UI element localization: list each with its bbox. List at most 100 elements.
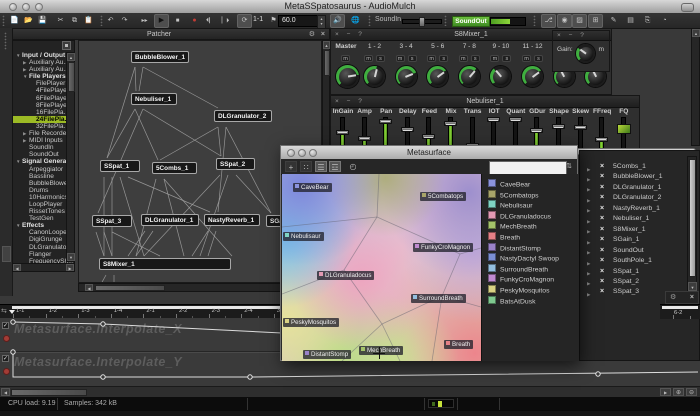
channel-mute-button[interactable]: m: [459, 55, 468, 62]
automation-marker-icon[interactable]: ×: [600, 172, 604, 182]
add-snapshot-button[interactable]: +: [285, 161, 297, 172]
automation-item-nastyreverb_1[interactable]: ▶×NastyReverb_1: [580, 204, 699, 214]
snapshot-list-item[interactable]: MechBreath: [488, 221, 537, 232]
detail-view-button[interactable]: ☲: [329, 161, 341, 172]
channel-solo-button[interactable]: s: [471, 55, 480, 62]
tree-item-signal-generators[interactable]: ▼Signal Generators: [13, 158, 74, 165]
metasurface-view-icon[interactable]: ⊞: [588, 14, 603, 28]
stop-button[interactable]: ■: [171, 15, 184, 27]
automation-item-bubbleblower_1[interactable]: ▶×BubbleBlower_1: [580, 172, 699, 182]
patcher-node-sspat_1[interactable]: SSpat_1: [100, 160, 140, 172]
automation-marker-icon[interactable]: ×: [600, 225, 604, 235]
snapshot-search-input[interactable]: [489, 161, 567, 175]
automation-marker-icon[interactable]: ×: [600, 204, 604, 214]
automation-marker-icon[interactable]: ×: [600, 256, 604, 266]
slider-handle[interactable]: [509, 117, 522, 122]
automation-item-sspat_2[interactable]: ▶×SSpat_2: [580, 277, 699, 287]
save-file-icon[interactable]: 💾: [36, 15, 49, 27]
toolbar-grip[interactable]: [2, 15, 5, 26]
automation-item-sspat_1[interactable]: ▶×SSpat_1: [580, 267, 699, 277]
play-button[interactable]: ▶: [154, 14, 169, 28]
automation-marker-icon[interactable]: ×: [600, 267, 604, 277]
automation-item-dlgranulator_2[interactable]: ▶×DLGranulator_2: [580, 193, 699, 203]
channel-mute-button[interactable]: m: [364, 55, 373, 62]
tree-item-file-recorders[interactable]: ▶File Recorders: [13, 130, 74, 137]
tree-item-auxiliary-au-[interactable]: ▶Auxiliary Au...: [13, 59, 74, 66]
toolbar-grip[interactable]: [368, 15, 371, 26]
surface-snapshot-5combatops[interactable]: 5Combatops: [420, 192, 466, 201]
tree-item-file-players[interactable]: ▼File Players: [13, 73, 74, 80]
channel-solo-button[interactable]: s: [408, 55, 417, 62]
soundin-fader-thumb[interactable]: [419, 17, 425, 27]
toolbar-grip[interactable]: [100, 15, 103, 26]
channel-knob[interactable]: [522, 66, 543, 87]
contraptions-view-icon[interactable]: ◉: [557, 14, 572, 28]
tree-item-24filepla-[interactable]: 24FilePla...: [13, 116, 74, 123]
automation-item-sgain_1[interactable]: ▶×SGain_1: [580, 235, 699, 245]
tree-item-loopplayer[interactable]: LoopPlayer: [13, 201, 74, 208]
snapshot-list-item[interactable]: DLGranuladocus: [488, 211, 551, 222]
patcher-node-dlgranulator_1[interactable]: DLGranulator_1: [141, 214, 199, 226]
param-slider-fq[interactable]: [621, 117, 626, 151]
soundin-fader[interactable]: [402, 19, 442, 24]
automation-item-s8mixer_1[interactable]: ▶×S8Mixer_1: [580, 225, 699, 235]
toolbar-toggle-button[interactable]: [681, 3, 694, 12]
slider-handle[interactable]: [336, 130, 349, 135]
automation-item-5combs_1[interactable]: ▶×5Combs_1: [580, 162, 699, 172]
automation-close-icon[interactable]: ×: [690, 293, 694, 303]
channel-solo-button[interactable]: s: [376, 55, 385, 62]
patcher-node-nebuliser_1[interactable]: Nebuliser_1: [131, 93, 177, 105]
snapshot-list-item[interactable]: CaveBear: [488, 179, 530, 190]
cut-icon[interactable]: ✂: [54, 15, 67, 27]
metasurface-close-button[interactable]: [287, 149, 295, 157]
surface-snapshot-funkycromagnon[interactable]: FunkyCroMagnon: [413, 243, 473, 252]
channel-knob[interactable]: [364, 66, 385, 87]
surface-snapshot-cavebear[interactable]: CaveBear: [293, 183, 332, 192]
timeline-ruler-right[interactable]: 6-2: [660, 304, 700, 319]
patcher-close-icon[interactable]: ×: [321, 29, 325, 40]
slider-handle[interactable]: [595, 137, 608, 142]
channel-mute-button[interactable]: m: [522, 55, 531, 62]
channel-knob[interactable]: [459, 66, 480, 87]
channel-knob[interactable]: [427, 66, 448, 87]
gain-mute-label[interactable]: m: [599, 46, 605, 53]
soundout-selected-label[interactable]: SoundOut: [452, 16, 490, 27]
tree-item-canonlooper[interactable]: CanonLooper: [13, 229, 74, 236]
channel-solo-button[interactable]: s: [502, 55, 511, 62]
automation-marker-icon[interactable]: ×: [600, 162, 604, 172]
tree-item-arpeggiator[interactable]: Arpeggiator: [13, 166, 74, 173]
slider-handle[interactable]: [379, 119, 392, 124]
network-icon[interactable]: 🌐: [349, 15, 362, 27]
master-mute-button[interactable]: m: [341, 55, 350, 62]
patcher-node-nastyreverb_1[interactable]: NastyReverb_1: [204, 214, 260, 226]
tree-hscrollbar[interactable]: ◀ ▶: [12, 263, 75, 272]
tree-item-testgen[interactable]: TestGen: [13, 215, 74, 222]
metasurface-titlebar[interactable]: Metasurface: [281, 146, 577, 160]
snapshot-list-item[interactable]: Nebulisaur: [488, 200, 533, 211]
lane-x-record-icon[interactable]: [3, 335, 10, 342]
list-view-button[interactable]: ☰: [315, 161, 327, 172]
metasurface-zoom-button[interactable]: [309, 149, 317, 157]
patcher-node-bubbleblower_1[interactable]: BubbleBlower_1: [131, 51, 189, 63]
grid-view-button[interactable]: ∷: [300, 161, 312, 172]
rewind-button[interactable]: ⏴▏: [204, 15, 217, 27]
tree-pin-icon[interactable]: [62, 41, 71, 50]
tree-item-drums[interactable]: Drums: [13, 187, 74, 194]
tree-item-16filepla-[interactable]: 16FilePla...: [13, 109, 74, 116]
new-file-icon[interactable]: 📄: [8, 15, 21, 27]
snapshot-list-item[interactable]: PeskyMosquitos: [488, 285, 550, 296]
tree-item-4fileplayer[interactable]: 4FilePlayer: [13, 87, 74, 94]
snapshot-list-item[interactable]: FunkyCroMagnon: [488, 274, 554, 285]
playhead-marker[interactable]: [9, 310, 15, 314]
document-icon[interactable]: ▤: [624, 15, 637, 27]
metasurface-minimize-button[interactable]: [298, 149, 306, 157]
paste-icon[interactable]: 📋: [82, 15, 95, 27]
lane-x-enable-checkbox[interactable]: ✓: [2, 322, 9, 329]
surface-snapshot-dlgranuladocus[interactable]: DLGranuladocus: [317, 271, 374, 280]
patcher-node-sspat_3[interactable]: SSpat_3: [92, 215, 132, 227]
automation-item-southpole_1[interactable]: ▶×SouthPole_1: [580, 256, 699, 266]
slider-handle[interactable]: [401, 127, 414, 132]
channel-solo-button[interactable]: s: [534, 55, 543, 62]
automation-marker-icon[interactable]: ×: [600, 246, 604, 256]
patcher-node-5combs_1[interactable]: 5Combs_1: [152, 162, 197, 174]
